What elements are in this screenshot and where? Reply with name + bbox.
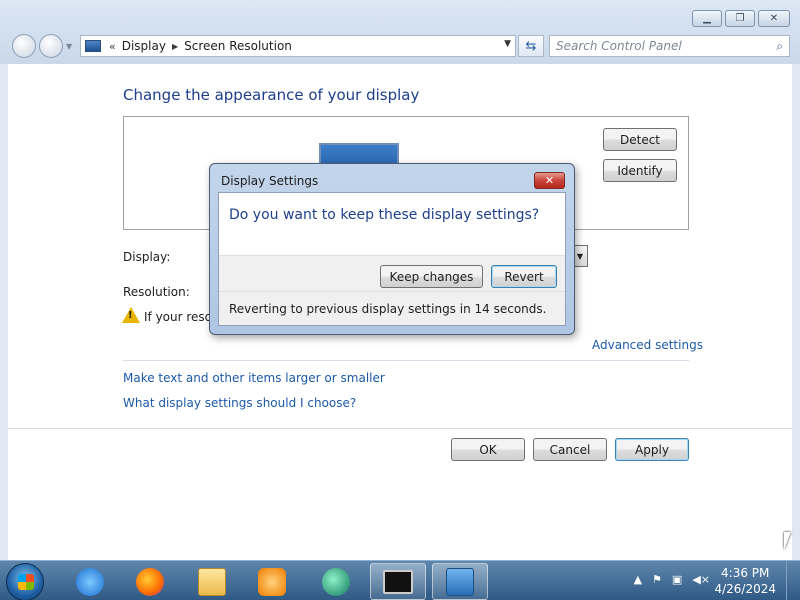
mouse-cursor-icon (784, 532, 791, 550)
volume-muted-icon[interactable]: ◀× (692, 573, 710, 586)
tray-overflow-icon[interactable]: ▲ (634, 573, 642, 586)
show-desktop-button[interactable] (786, 561, 800, 600)
back-button[interactable] (12, 34, 36, 58)
dialog-title: Display Settings (221, 174, 319, 188)
internet-explorer-icon (76, 567, 104, 596)
refresh-button[interactable]: ⇆ (518, 35, 544, 57)
dialog-close-button[interactable]: ✕ (534, 172, 565, 189)
keep-changes-button[interactable]: Keep changes (380, 265, 483, 288)
command-prompt-icon (383, 569, 413, 594)
detect-button[interactable]: Detect (603, 128, 677, 151)
breadcrumb-screen-resolution[interactable]: Screen Resolution (184, 39, 292, 53)
dialog-button-bar: Keep changes Revert (219, 255, 565, 291)
display-settings-dialog: Display Settings ✕ Do you want to keep t… (209, 163, 575, 335)
refresh-icon: ⇆ (525, 38, 537, 54)
minimize-icon: ▁ (703, 13, 711, 24)
taskbar-display-control-panel[interactable] (432, 563, 488, 600)
caption-buttons: ▁ ❐ ✕ (692, 10, 790, 27)
close-icon: ✕ (544, 174, 555, 187)
search-input[interactable]: Search Control Panel ⌕ (549, 35, 790, 57)
which-settings-link[interactable]: What display settings should I choose? (123, 396, 356, 410)
window: ▁ ❐ ✕ ▼ « Display ▶ Screen Resolution ▼ … (0, 0, 800, 560)
breadcrumb-overflow[interactable]: « (109, 40, 116, 53)
taskbar: ▲ ⚑ ▣ ◀× 4:36 PM 4/26/2024 (0, 560, 800, 600)
forward-button[interactable] (39, 34, 63, 58)
text-size-link[interactable]: Make text and other items larger or smal… (123, 371, 385, 385)
taskbar-media-player[interactable] (244, 563, 300, 600)
windows-logo-icon (18, 574, 34, 590)
firefox-icon (136, 567, 164, 596)
app-icon (322, 567, 350, 596)
close-button[interactable]: ✕ (758, 10, 790, 27)
resolution-label: Resolution: (123, 285, 190, 299)
identify-button[interactable]: Identify (603, 159, 677, 182)
dialog-body: Do you want to keep these display settin… (218, 192, 566, 326)
search-placeholder: Search Control Panel (556, 39, 682, 53)
system-tray: ▲ ⚑ ▣ ◀× (634, 573, 710, 586)
revert-countdown-text: Reverting to previous display settings i… (229, 302, 547, 316)
ok-button[interactable]: OK (451, 438, 525, 461)
footer-divider (8, 428, 792, 429)
warning-mark: ! (128, 310, 133, 321)
maximize-button[interactable]: ❐ (725, 10, 755, 27)
taskbar-internet-explorer[interactable] (62, 563, 118, 600)
start-button[interactable] (6, 563, 44, 600)
file-explorer-icon (198, 567, 226, 596)
divider (123, 360, 689, 361)
advanced-settings-link[interactable]: Advanced settings (592, 338, 703, 352)
chevron-down-icon: ▼ (576, 251, 584, 261)
address-bar[interactable]: « Display ▶ Screen Resolution ▼ (80, 35, 516, 57)
restore-icon: ❐ (735, 13, 745, 24)
breadcrumb-display[interactable]: Display (122, 39, 166, 53)
dialog-question: Do you want to keep these display settin… (229, 207, 540, 223)
apply-button[interactable]: Apply (615, 438, 689, 461)
taskbar-app[interactable] (308, 563, 364, 600)
control-panel-icon (85, 40, 101, 52)
clock[interactable]: 4:36 PM 4/26/2024 (714, 565, 776, 597)
display-control-panel-icon (446, 567, 474, 596)
action-center-flag-icon[interactable]: ⚑ (652, 573, 662, 586)
revert-button[interactable]: Revert (491, 265, 557, 288)
clock-time: 4:36 PM (721, 566, 770, 580)
breadcrumb-arrow-icon[interactable]: ▶ (172, 42, 178, 51)
taskbar-command-prompt[interactable] (370, 563, 426, 600)
page-title: Change the appearance of your display (123, 86, 420, 104)
close-icon: ✕ (769, 13, 779, 24)
clock-date: 4/26/2024 (714, 582, 776, 596)
minimize-button[interactable]: ▁ (692, 10, 722, 27)
taskbar-file-explorer[interactable] (184, 563, 240, 600)
address-dropdown-icon[interactable]: ▼ (504, 39, 511, 49)
window-titlebar: ▁ ❐ ✕ ▼ « Display ▶ Screen Resolution ▼ … (0, 0, 800, 64)
media-player-icon (258, 567, 286, 596)
search-icon[interactable]: ⌕ (776, 39, 783, 54)
taskbar-firefox[interactable] (122, 563, 178, 600)
cancel-button[interactable]: Cancel (533, 438, 607, 461)
recent-pages-icon[interactable]: ▼ (66, 42, 72, 51)
network-icon[interactable]: ▣ (672, 573, 682, 586)
display-label: Display: (123, 250, 171, 264)
dialog-footer: Reverting to previous display settings i… (219, 291, 565, 325)
